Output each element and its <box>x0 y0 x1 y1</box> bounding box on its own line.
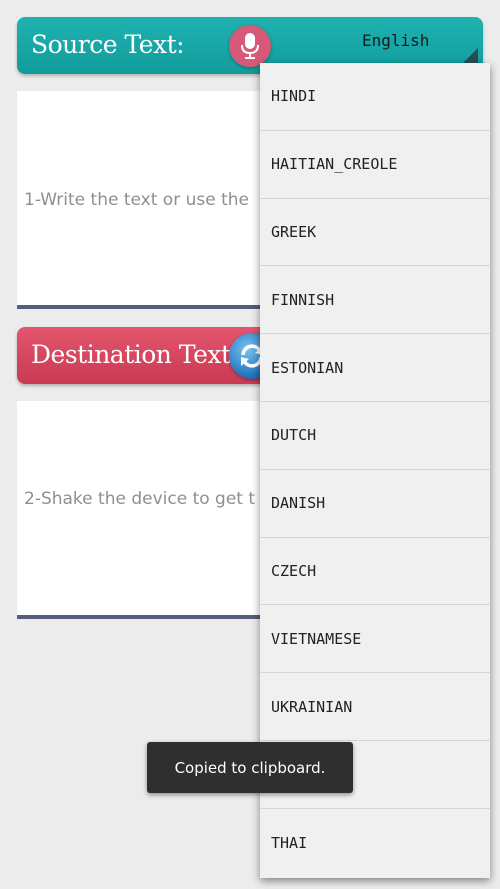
microphone-button[interactable] <box>229 25 271 67</box>
spinner-arrow-icon <box>463 48 478 63</box>
language-option[interactable]: VIETNAMESE <box>260 605 490 674</box>
language-option[interactable]: GREEK <box>260 199 490 267</box>
destination-text-title: Destination Text: <box>31 340 239 369</box>
language-option[interactable]: DANISH <box>260 470 490 538</box>
language-option[interactable]: HINDI <box>260 63 490 131</box>
language-option[interactable]: THAI <box>260 809 490 877</box>
source-text-title: Source Text: <box>31 30 185 59</box>
language-option[interactable]: UKRAINIAN <box>260 673 490 741</box>
language-option[interactable]: CZECH <box>260 538 490 606</box>
source-language-value: English <box>362 31 430 50</box>
language-option[interactable]: HAITIAN_CREOLE <box>260 131 490 199</box>
source-language-spinner[interactable]: English <box>352 25 478 65</box>
language-option[interactable]: DUTCH <box>260 402 490 470</box>
microphone-icon <box>241 33 259 59</box>
clipboard-toast: Copied to clipboard. <box>147 742 353 793</box>
language-option[interactable]: ESTONIAN <box>260 334 490 402</box>
language-option[interactable]: FINNISH <box>260 266 490 335</box>
